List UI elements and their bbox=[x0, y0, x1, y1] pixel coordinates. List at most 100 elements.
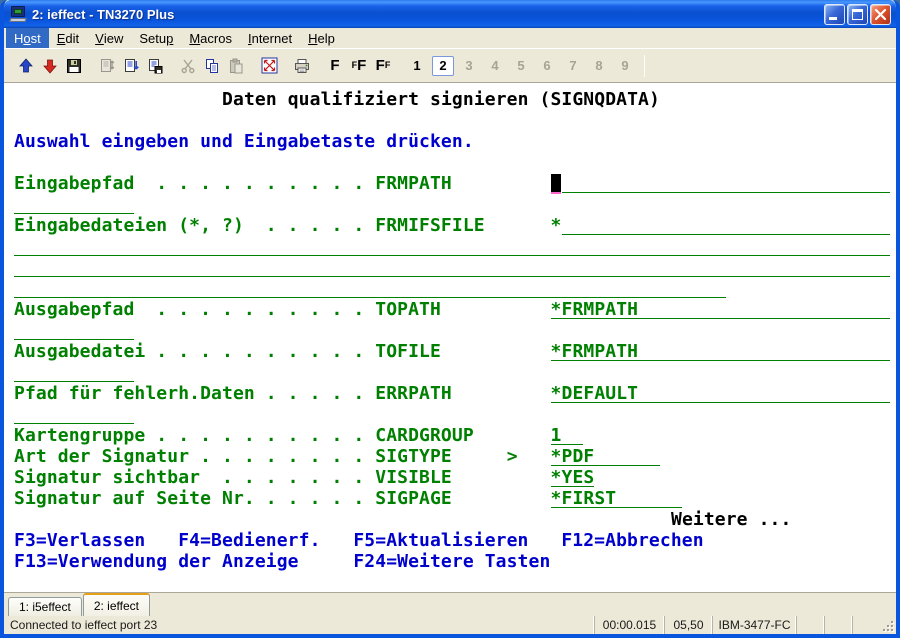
connection-status: Connected to ieffect port 23 bbox=[4, 616, 594, 634]
value-sigpage: *FIRST bbox=[551, 488, 617, 509]
cursor-underline[interactable] bbox=[551, 192, 562, 194]
minimize-button[interactable] bbox=[824, 4, 845, 25]
value-errpath: *DEFAULT bbox=[551, 383, 639, 404]
file-transfer-down-icon bbox=[123, 58, 139, 74]
frmpath-field-line-1[interactable] bbox=[562, 192, 891, 193]
minimize-icon bbox=[829, 17, 837, 20]
session-tab-2[interactable]: 2: ieffect bbox=[83, 593, 150, 616]
cut-button[interactable] bbox=[176, 54, 200, 78]
menu-edit[interactable]: Edit bbox=[49, 28, 87, 48]
printer-icon bbox=[294, 58, 310, 74]
errpath-field-line-1[interactable] bbox=[551, 402, 890, 403]
label-sigtype: Art der Signatur . . . . . . . . SIGTYPE bbox=[14, 446, 452, 467]
menu-host[interactable]: Host bbox=[6, 28, 49, 48]
title-bar: 2: ieffect - TN3270 Plus bbox=[4, 0, 896, 28]
sigpage-field-line[interactable] bbox=[551, 507, 682, 508]
more-indicator: Weitere ... bbox=[671, 509, 791, 530]
topath-field-line-1[interactable] bbox=[551, 318, 890, 319]
font-letter-small: F bbox=[385, 61, 391, 70]
tofile-field-line-2[interactable] bbox=[14, 381, 134, 382]
toolbar: F FF FF 123456789 bbox=[4, 48, 896, 82]
resize-grip[interactable] bbox=[880, 616, 896, 634]
errpath-field-line-2[interactable] bbox=[14, 423, 134, 424]
paste-button[interactable] bbox=[224, 54, 248, 78]
font-larger-button[interactable]: FF bbox=[371, 54, 395, 78]
menu-help[interactable]: Help bbox=[300, 28, 343, 48]
document-floppy-icon bbox=[147, 58, 163, 74]
screen-title: Daten qualifiziert signieren (SIGNQDATA) bbox=[222, 89, 660, 110]
close-button[interactable] bbox=[870, 4, 891, 25]
font-select-button[interactable]: F bbox=[323, 54, 347, 78]
save-session-button[interactable] bbox=[62, 54, 86, 78]
terminal-type: IBM-3477-FC bbox=[712, 616, 796, 634]
maximize-icon bbox=[852, 9, 863, 20]
session-5-button[interactable]: 5 bbox=[510, 56, 532, 76]
frmifsfile-field-line-3[interactable] bbox=[14, 276, 890, 277]
save-screen-button[interactable] bbox=[143, 54, 167, 78]
frmpath-field-line-2[interactable] bbox=[14, 213, 134, 214]
font-letter: F bbox=[330, 58, 339, 73]
menu-macros[interactable]: Macros bbox=[181, 28, 240, 48]
file-transfer-updown-icon-disabled bbox=[99, 58, 115, 74]
sigtype-field-line[interactable] bbox=[551, 465, 661, 466]
session-4-button[interactable]: 4 bbox=[484, 56, 506, 76]
value-topath: *FRMPATH bbox=[551, 299, 639, 320]
copy-button[interactable] bbox=[200, 54, 224, 78]
font-smaller-button[interactable]: FF bbox=[347, 54, 371, 78]
tofile-field-line-1[interactable] bbox=[551, 360, 890, 361]
session-1-button[interactable]: 1 bbox=[406, 56, 428, 76]
menu-setup[interactable]: Setup bbox=[131, 28, 181, 48]
label-sigpage: Signatur auf Seite Nr. . . . . . SIGPAGE bbox=[14, 488, 452, 509]
status-bar: Connected to ieffect port 23 00:00.015 0… bbox=[4, 616, 896, 634]
connect-up-arrow-icon bbox=[18, 58, 34, 74]
center-screen-button[interactable] bbox=[257, 54, 281, 78]
font-letter-big: F bbox=[376, 58, 385, 73]
frmifsfile-field-line-1[interactable] bbox=[562, 234, 891, 235]
visible-field-line[interactable] bbox=[551, 486, 595, 487]
label-frmifsfile: Eingabedateien (*, ?) . . . . . FRMIFSFI… bbox=[14, 215, 485, 236]
session-8-button[interactable]: 8 bbox=[588, 56, 610, 76]
session-buttons: 123456789 bbox=[404, 56, 638, 76]
session-7-button[interactable]: 7 bbox=[562, 56, 584, 76]
label-tofile: Ausgabedatei . . . . . . . . . . TOFILE bbox=[14, 341, 441, 362]
disconnect-button[interactable] bbox=[38, 54, 62, 78]
session-6-button[interactable]: 6 bbox=[536, 56, 558, 76]
topath-field-line-2[interactable] bbox=[14, 339, 134, 340]
session-2-button[interactable]: 2 bbox=[432, 56, 454, 76]
frmifsfile-field-line-4[interactable] bbox=[14, 297, 726, 298]
center-screen-icon bbox=[261, 57, 278, 74]
terminal-screen[interactable]: Daten qualifiziert signieren (SIGNQDATA)… bbox=[4, 83, 896, 592]
receive-file-button[interactable] bbox=[119, 54, 143, 78]
menu-bar: HostEditViewSetupMacrosInternetHelp bbox=[4, 28, 896, 48]
response-time: 00:00.015 bbox=[594, 616, 664, 634]
function-keys-row-2: F13=Verwendung der Anzeige F24=Weitere T… bbox=[14, 551, 550, 572]
terminal-app-icon[interactable] bbox=[10, 6, 27, 23]
disconnect-down-arrow-icon bbox=[42, 58, 58, 74]
clipboard-paste-icon-disabled bbox=[228, 58, 244, 74]
session-9-button[interactable]: 9 bbox=[614, 56, 636, 76]
window-title: 2: ieffect - TN3270 Plus bbox=[32, 7, 824, 22]
status-cell-empty-3 bbox=[852, 616, 880, 634]
maximize-button[interactable] bbox=[847, 4, 868, 25]
label-errpath: Pfad für fehlerh.Daten . . . . . ERRPATH bbox=[14, 383, 452, 404]
menu-internet[interactable]: Internet bbox=[240, 28, 300, 48]
frmifsfile-field-line-2[interactable] bbox=[14, 255, 890, 256]
terminal-cursor bbox=[551, 174, 562, 192]
session-3-button[interactable]: 3 bbox=[458, 56, 480, 76]
label-cardgroup: Kartengruppe . . . . . . . . . . CARDGRO… bbox=[14, 425, 474, 446]
copy-icon bbox=[204, 58, 220, 74]
sigtype-change-indicator: > bbox=[507, 446, 518, 467]
label-topath: Ausgabepfad . . . . . . . . . . TOPATH bbox=[14, 299, 441, 320]
value-visible: *YES bbox=[551, 467, 595, 488]
app-window: 2: ieffect - TN3270 Plus HostEditViewSet… bbox=[0, 0, 900, 638]
cardgroup-field-line[interactable] bbox=[551, 444, 584, 445]
session-tab-1[interactable]: 1: i5effect bbox=[8, 597, 82, 616]
menu-view[interactable]: View bbox=[87, 28, 131, 48]
connect-button[interactable] bbox=[14, 54, 38, 78]
print-button[interactable] bbox=[290, 54, 314, 78]
floppy-disk-icon bbox=[66, 58, 82, 74]
cursor-position-indicator: 05,50 bbox=[664, 616, 712, 634]
send-file-button[interactable] bbox=[95, 54, 119, 78]
font-letter-big: F bbox=[357, 58, 366, 73]
toolbar-separator bbox=[644, 55, 645, 77]
